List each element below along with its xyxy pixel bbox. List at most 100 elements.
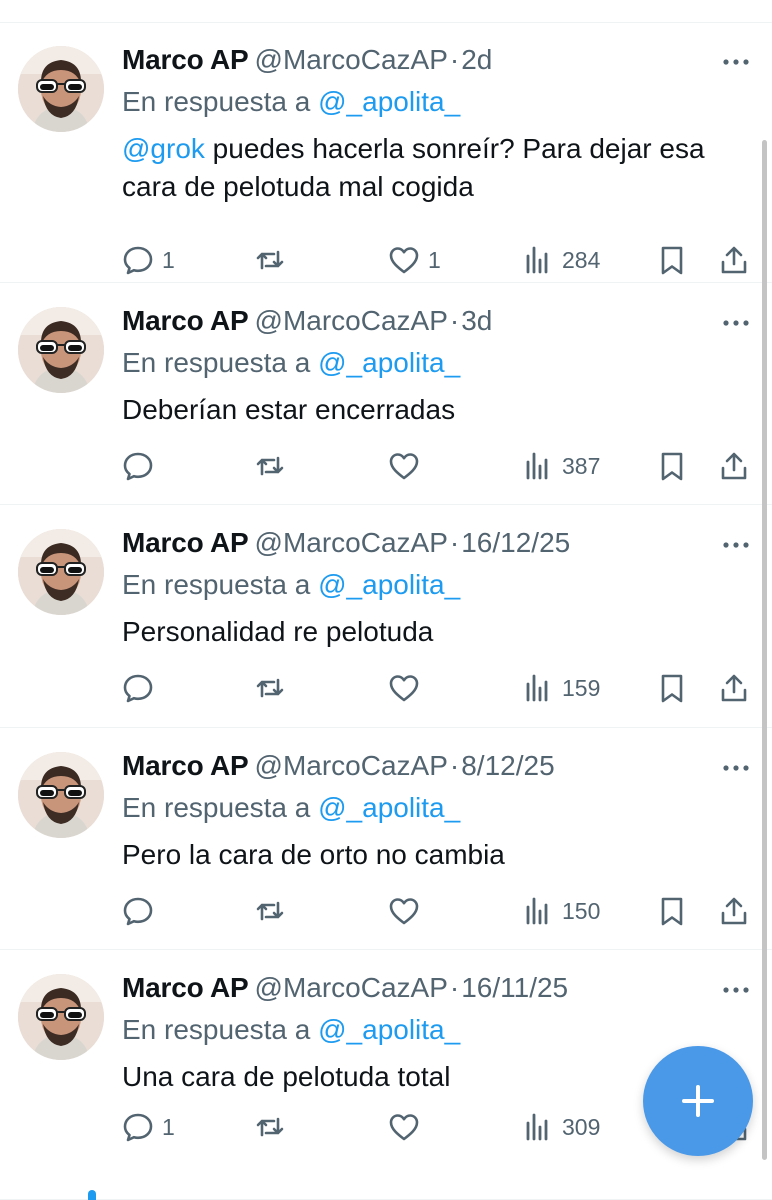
views-button[interactable]: 284 <box>522 240 600 280</box>
retweet-button[interactable] <box>254 240 294 280</box>
tweet[interactable]: Marco AP @MarcoCazAP·16/12/25 En respuest… <box>0 505 772 728</box>
views-count: 309 <box>562 1113 601 1140</box>
user-handle[interactable]: @MarcoCazAP <box>255 750 448 781</box>
reply-context: En respuesta a @_apolita_ <box>122 1012 460 1048</box>
views-button[interactable]: 150 <box>522 891 600 931</box>
tweet-text: Personalidad re pelotuda <box>122 613 742 651</box>
reply-context: En respuesta a @_apolita_ <box>122 790 460 826</box>
views-icon <box>526 452 548 480</box>
timestamp[interactable]: 3d <box>461 305 492 336</box>
views-count: 150 <box>562 897 601 924</box>
reply-icon <box>123 897 153 926</box>
reply-button[interactable]: 1 <box>122 240 175 280</box>
tweet-header: Marco AP @MarcoCazAP·16/12/25 <box>122 525 570 561</box>
share-button[interactable] <box>718 240 750 280</box>
share-icon <box>721 674 747 702</box>
plus-icon <box>682 1085 714 1117</box>
bookmark-icon <box>661 674 683 703</box>
user-handle[interactable]: @MarcoCazAP <box>255 972 448 1003</box>
scrollbar[interactable] <box>762 140 767 1160</box>
like-button[interactable] <box>388 891 428 931</box>
timestamp[interactable]: 2d <box>461 44 492 75</box>
share-button[interactable] <box>718 668 750 708</box>
tweet[interactable]: Marco AP @MarcoCazAP·8/12/25 En respuesta… <box>0 728 772 950</box>
display-name[interactable]: Marco AP <box>122 44 249 75</box>
bookmark-button[interactable] <box>656 668 688 708</box>
bookmark-button[interactable] <box>656 891 688 931</box>
heart-icon <box>389 1114 419 1141</box>
more-horizontal-icon[interactable] <box>722 319 750 327</box>
retweet-button[interactable] <box>254 891 294 931</box>
reply-button[interactable] <box>122 891 162 931</box>
avatar[interactable] <box>18 529 104 615</box>
retweet-button[interactable] <box>254 446 294 486</box>
action-bar: 1 1 284 <box>0 240 772 280</box>
tweet-text: @grok puedes hacerla sonreír? Para dejar… <box>122 130 742 206</box>
reply-to-mention[interactable]: @_apolita_ <box>318 347 460 378</box>
tweet-body: Personalidad re pelotuda <box>122 616 434 647</box>
tweet-header: Marco AP @MarcoCazAP·3d <box>122 303 492 339</box>
reply-button[interactable]: 1 <box>122 1107 175 1147</box>
like-button[interactable] <box>388 668 428 708</box>
more-horizontal-icon[interactable] <box>722 58 750 66</box>
views-icon <box>526 897 548 925</box>
reply-button[interactable] <box>122 446 162 486</box>
display-name[interactable]: Marco AP <box>122 972 249 1003</box>
avatar[interactable] <box>18 974 104 1060</box>
reply-icon <box>123 674 153 703</box>
bookmark-button[interactable] <box>656 240 688 280</box>
reply-prefix: En respuesta a <box>122 1014 311 1045</box>
more-horizontal-icon[interactable] <box>722 764 750 772</box>
bookmark-button[interactable] <box>656 446 688 486</box>
retweet-button[interactable] <box>254 1107 294 1147</box>
display-name[interactable]: Marco AP <box>122 527 249 558</box>
tweet-header: Marco AP @MarcoCazAP·8/12/25 <box>122 748 555 784</box>
views-button[interactable]: 159 <box>522 668 600 708</box>
avatar[interactable] <box>18 752 104 838</box>
tweet-text: Pero la cara de orto no cambia <box>122 836 742 874</box>
tweet-body: Deberían estar encerradas <box>122 394 456 425</box>
like-button[interactable]: 1 <box>388 240 441 280</box>
avatar[interactable] <box>18 307 104 393</box>
display-name[interactable]: Marco AP <box>122 305 249 336</box>
bookmark-icon <box>661 452 683 481</box>
like-button[interactable] <box>388 446 428 486</box>
like-button[interactable] <box>388 1107 428 1147</box>
views-count: 284 <box>562 246 601 273</box>
more-horizontal-icon[interactable] <box>722 986 750 994</box>
more-horizontal-icon[interactable] <box>722 541 750 549</box>
retweet-button[interactable] <box>254 668 294 708</box>
display-name[interactable]: Marco AP <box>122 750 249 781</box>
action-bar: 159 <box>0 668 772 708</box>
body-mention[interactable]: @grok <box>122 133 205 164</box>
reply-count: 1 <box>162 246 175 273</box>
reply-prefix: En respuesta a <box>122 569 311 600</box>
reply-to-mention[interactable]: @_apolita_ <box>318 86 460 117</box>
reply-to-mention[interactable]: @_apolita_ <box>318 792 460 823</box>
share-button[interactable] <box>718 446 750 486</box>
tweet[interactable]: Marco AP @MarcoCazAP·3d En respuesta a @_… <box>0 283 772 505</box>
user-handle[interactable]: @MarcoCazAP <box>255 44 448 75</box>
reply-icon <box>123 246 153 275</box>
heart-icon <box>389 898 419 925</box>
separator: · <box>449 44 460 75</box>
tweet-body: Pero la cara de orto no cambia <box>122 839 505 870</box>
reply-to-mention[interactable]: @_apolita_ <box>318 1014 460 1045</box>
heart-icon <box>389 453 419 480</box>
views-button[interactable]: 387 <box>522 446 600 486</box>
timestamp[interactable]: 16/11/25 <box>461 972 568 1003</box>
separator: · <box>449 527 460 558</box>
share-button[interactable] <box>718 891 750 931</box>
user-handle[interactable]: @MarcoCazAP <box>255 305 448 336</box>
user-handle[interactable]: @MarcoCazAP <box>255 527 448 558</box>
timestamp[interactable]: 16/12/25 <box>461 527 570 558</box>
share-icon <box>721 897 747 925</box>
reply-button[interactable] <box>122 668 162 708</box>
views-button[interactable]: 309 <box>522 1107 600 1147</box>
tweet[interactable]: Marco AP @MarcoCazAP·2d En respuesta a @_… <box>0 22 772 283</box>
tweet-body: puedes hacerla sonreír? Para dejar esa c… <box>122 133 705 202</box>
compose-button[interactable] <box>643 1046 753 1156</box>
reply-to-mention[interactable]: @_apolita_ <box>318 569 460 600</box>
timestamp[interactable]: 8/12/25 <box>461 750 554 781</box>
avatar[interactable] <box>18 46 104 132</box>
